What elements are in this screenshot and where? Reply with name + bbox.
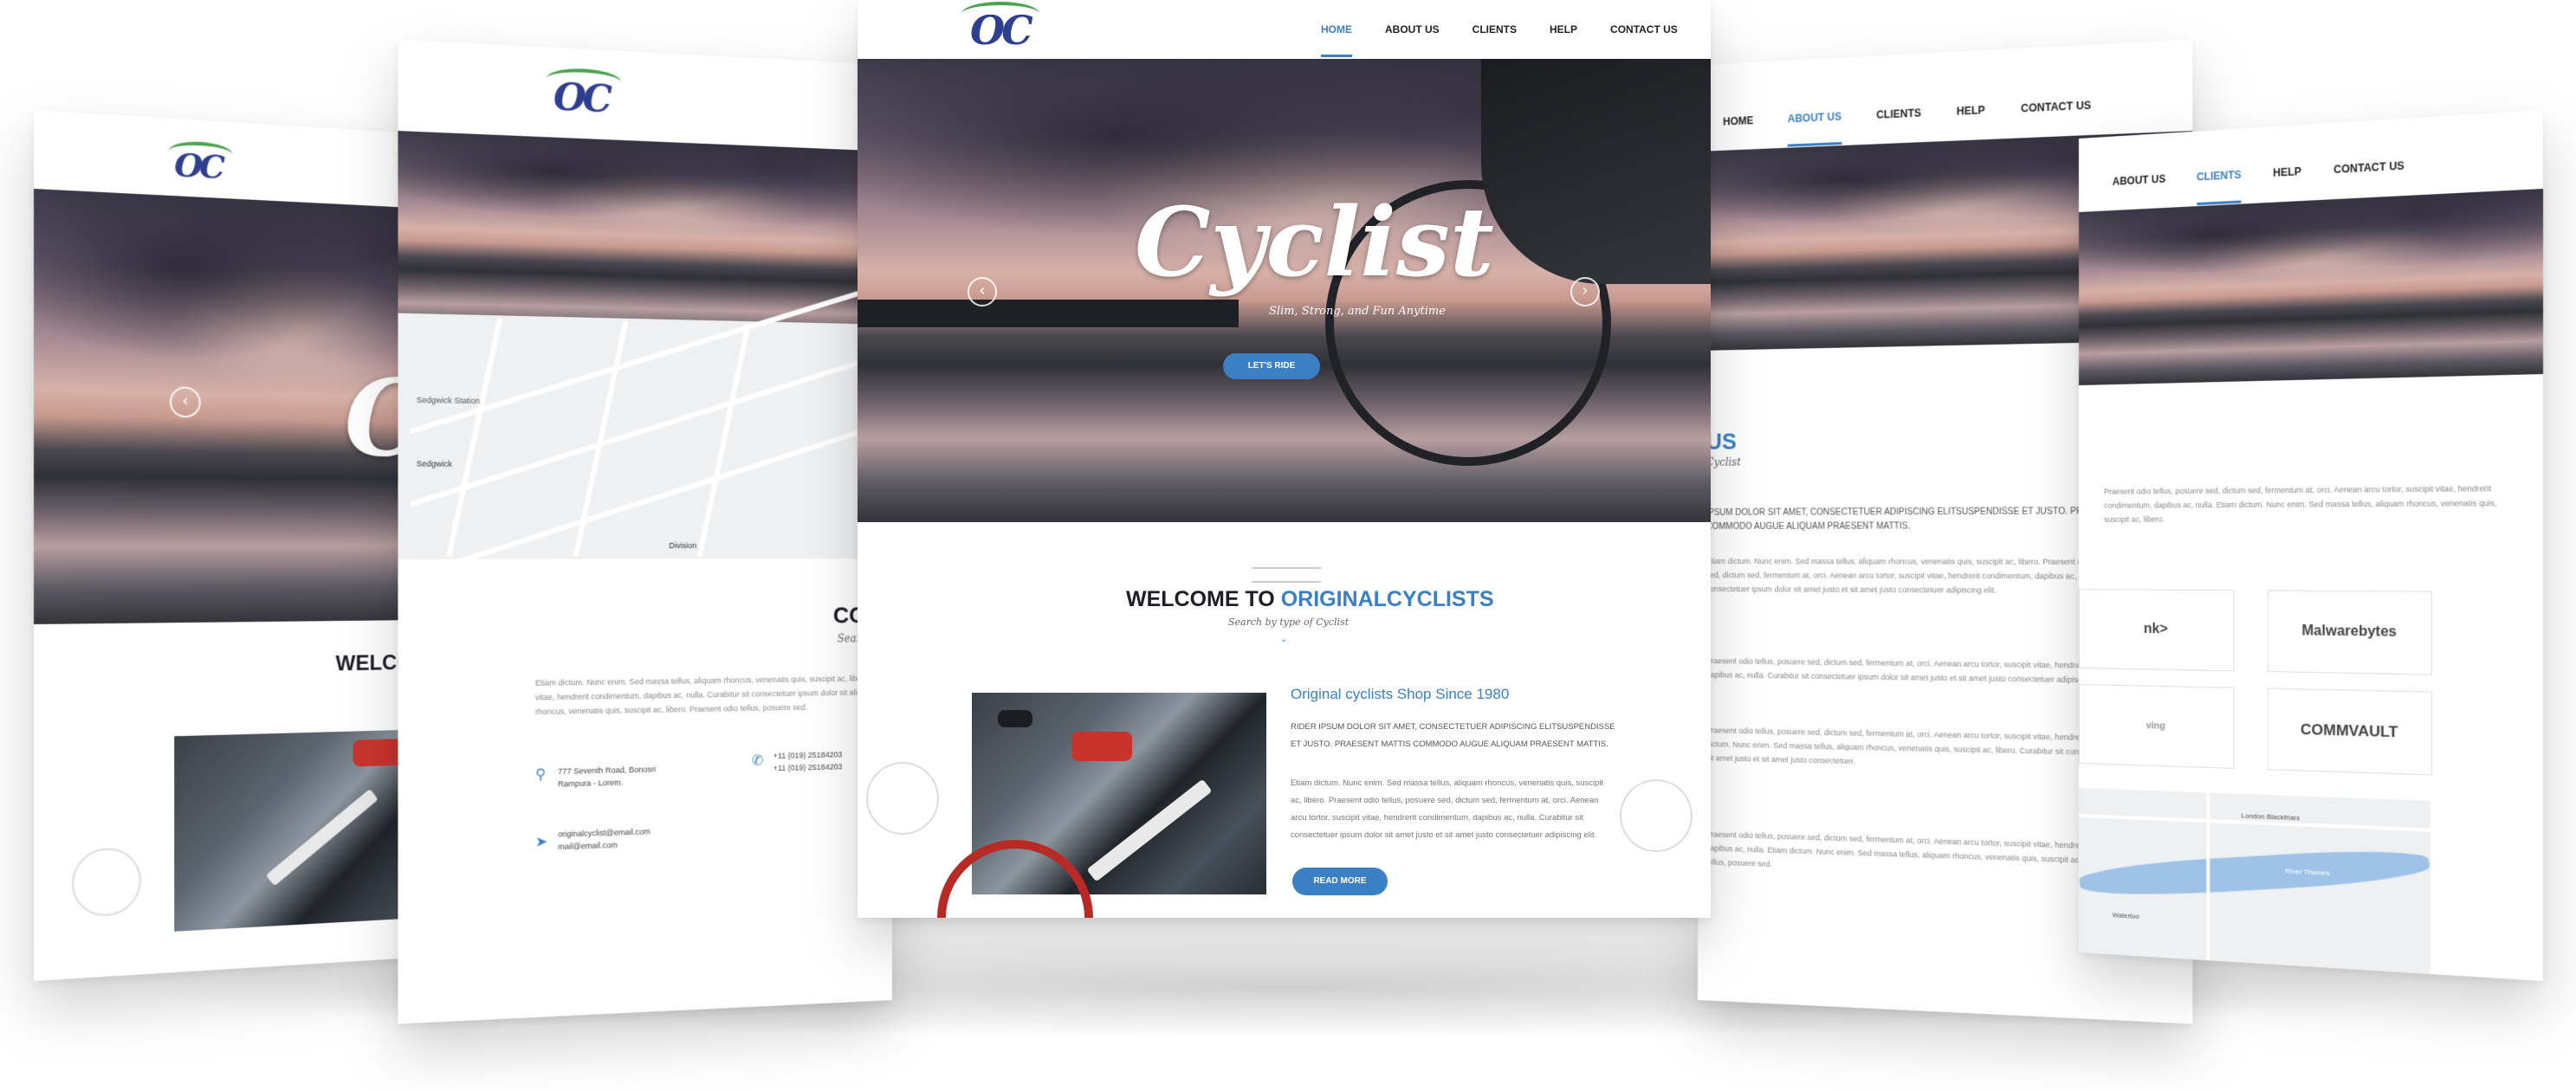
chevron-left-icon[interactable]: ‹	[968, 277, 997, 307]
address: 777 Seventh Road, Bonosri Rampura - Lore…	[558, 763, 656, 791]
welcome-heading: WELCOME TO ORIGINALCYCLISTS	[1126, 587, 1494, 611]
shop-lead: RIDER IPSUM DOLOR SIT AMET, CONSECTETUER…	[1291, 722, 1615, 749]
address-line-2: Rampura - Lorem.	[558, 778, 624, 789]
map-label: Division	[669, 540, 697, 551]
email-2[interactable]: mail@email.com	[558, 837, 650, 853]
nav-help[interactable]: HELP	[1550, 23, 1577, 57]
address-line-1: 777 Seventh Road, Bonosri	[558, 765, 657, 777]
chevron-left-icon[interactable]: ‹	[169, 386, 201, 418]
about-subheading: Cyclist	[1705, 455, 1742, 468]
lets-ride-button[interactable]: LET'S RIDE	[1223, 353, 1320, 379]
site-logo[interactable]: OC	[961, 2, 1039, 54]
cyclist-photo	[937, 693, 1266, 918]
nav-home[interactable]: HOME	[1723, 114, 1753, 150]
showcase-stage: OC ‹ C WELCOM OC Sedgwick Station Sedgwi…	[0, 0, 2576, 1091]
nav-clients[interactable]: CLIENTS	[1472, 23, 1517, 57]
main-nav: HOME ABOUT US CLIENTS HELP CONTACT US	[1321, 23, 1678, 57]
bike-watermark	[71, 846, 141, 919]
shop-body: Etiam dictum. Nunc enim. Sed massa tellu…	[1291, 778, 1604, 840]
hero-title: Cyclist	[1135, 186, 1494, 298]
chevron-right-icon[interactable]: ›	[1570, 277, 1600, 307]
send-icon: ➤	[535, 834, 548, 850]
client-logo-card[interactable]: Malwarebytes	[2267, 590, 2432, 675]
welcome-subtitle: Search by type of Cyclist	[1228, 617, 1349, 628]
phone-2[interactable]: +11 (019) 25184203	[773, 760, 842, 774]
location-map[interactable]: London Blackfriars River Thames Waterloo	[2079, 788, 2431, 974]
nav-about[interactable]: ABOUT US	[1385, 23, 1440, 57]
client-logo-card[interactable]: COMMVAULT	[2267, 688, 2432, 776]
shop-title: Original cyclists Shop Since 1980	[1291, 686, 1510, 702]
map-label: Sedgwick	[416, 459, 452, 469]
nav-contact[interactable]: CONTACT US	[1610, 23, 1678, 57]
site-logo[interactable]: OC	[546, 67, 622, 121]
location-map[interactable]: Sedgwick Station Sedgwick Division	[398, 284, 892, 580]
client-logo-card[interactable]: nk>	[2079, 589, 2235, 672]
panel-clients: ABOUT US CLIENTS HELP CONTACT US Praesen…	[2079, 109, 2544, 982]
nav-clients[interactable]: CLIENTS	[2197, 169, 2242, 206]
client-logo-card[interactable]: ving	[2079, 684, 2235, 769]
nav-about[interactable]: ABOUT US	[1788, 110, 1841, 146]
bike-watermark	[866, 762, 939, 835]
panel-contact: OC Sedgwick Station Sedgwick Division CO…	[398, 39, 892, 1024]
hero-image	[2079, 188, 2544, 385]
nav-home[interactable]: HOME	[1321, 23, 1352, 57]
phone-icon: ✆	[751, 753, 764, 769]
phone-numbers[interactable]: +11 (019) 25184203 +11 (019) 25184203	[773, 748, 842, 774]
map-label: Waterloo	[2112, 911, 2139, 920]
bike-watermark	[1620, 779, 1693, 852]
nav-contact[interactable]: CONTACT US	[2021, 99, 2091, 137]
contact-intro: Etiam dictum. Nunc enim. Sed massa tellu…	[535, 674, 877, 717]
nav-help[interactable]: HELP	[2273, 165, 2301, 202]
nav-about[interactable]: ABOUT US	[2113, 172, 2165, 210]
map-label: Sedgwick Station	[416, 395, 481, 406]
panel-home-center: OC HOME ABOUT US CLIENTS HELP CONTACT US…	[858, 0, 1711, 918]
location-pin-icon: ⚲	[535, 767, 547, 784]
emails[interactable]: originalcyclist@email.com mail@email.com	[558, 825, 650, 853]
nav-contact[interactable]: CONTACT US	[2333, 159, 2404, 198]
nav-clients[interactable]: CLIENTS	[1876, 107, 1921, 143]
hero-tagline: Slim, Strong, and Fun Anytime	[1269, 305, 1446, 318]
section-ornament	[1252, 567, 1321, 583]
clients-intro: Praesent odio tellus, posuere sed, dictu…	[2104, 483, 2497, 524]
nav-help[interactable]: HELP	[1957, 104, 1985, 140]
site-logo[interactable]: OC	[168, 139, 233, 186]
chevron-down-icon: ⌄	[1280, 635, 1288, 644]
read-more-button[interactable]: READ MORE	[1292, 868, 1388, 895]
